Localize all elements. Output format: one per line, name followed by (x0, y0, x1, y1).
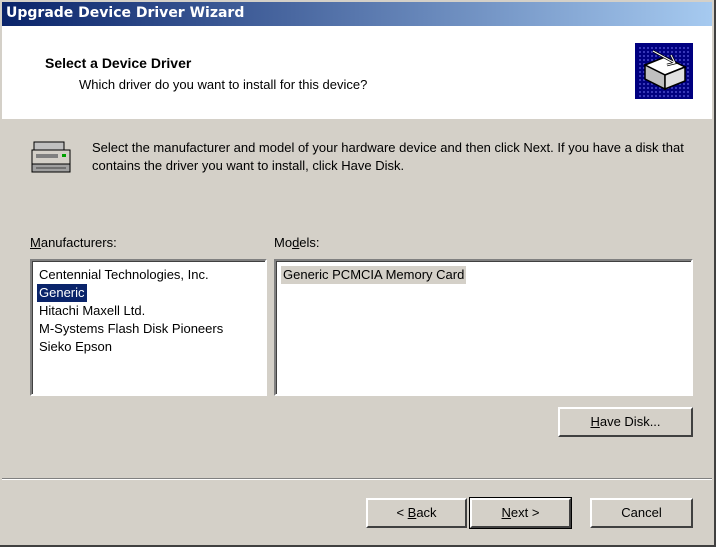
cancel-button[interactable]: Cancel (590, 498, 693, 528)
list-item[interactable]: M-Systems Flash Disk Pioneers (37, 320, 225, 338)
printer-icon (30, 138, 74, 176)
label-text: els: (299, 235, 320, 250)
window-title: Upgrade Device Driver Wizard (6, 5, 245, 21)
wizard-header: Select a Device Driver Which driver do y… (2, 26, 712, 119)
page-subtitle: Which driver do you want to install for … (79, 77, 368, 92)
title-bar[interactable]: Upgrade Device Driver Wizard (2, 2, 712, 26)
button-label: ext > (510, 505, 540, 520)
list-item[interactable]: Generic (36, 283, 88, 303)
label-text: Mo (274, 235, 293, 250)
models-list[interactable]: Generic PCMCIA Memory Card (274, 259, 693, 396)
list-item[interactable]: Sieko Epson (37, 338, 114, 356)
list-item[interactable]: Hitachi Maxell Ltd. (37, 302, 147, 320)
hardware-wizard-icon (635, 43, 693, 99)
label-text: anufacturers: (40, 235, 117, 250)
back-button[interactable]: < Back (366, 498, 467, 528)
instructions-text: Select the manufacturer and model of you… (92, 140, 684, 173)
have-disk-button[interactable]: Have Disk... (558, 407, 693, 437)
page-title: Select a Device Driver (45, 55, 192, 71)
manufacturers-list[interactable]: Centennial Technologies, Inc. Generic Hi… (30, 259, 267, 396)
header-divider (2, 118, 712, 119)
button-label: < (396, 505, 408, 520)
hotkey-h: H (590, 414, 600, 429)
next-button[interactable]: Next > (469, 497, 572, 529)
button-label: ack (416, 505, 437, 520)
manufacturers-label: Manufacturers: (30, 235, 117, 250)
footer-divider-highlight (2, 479, 712, 480)
models-label: Models: (274, 235, 320, 250)
button-label: ave Disk... (599, 414, 661, 429)
wizard-window: Upgrade Device Driver Wizard Select a De… (0, 0, 716, 547)
hotkey-n: N (501, 505, 511, 520)
list-item[interactable]: Generic PCMCIA Memory Card (281, 266, 467, 284)
list-item[interactable]: Centennial Technologies, Inc. (37, 266, 211, 284)
hotkey-m: M (30, 235, 41, 250)
